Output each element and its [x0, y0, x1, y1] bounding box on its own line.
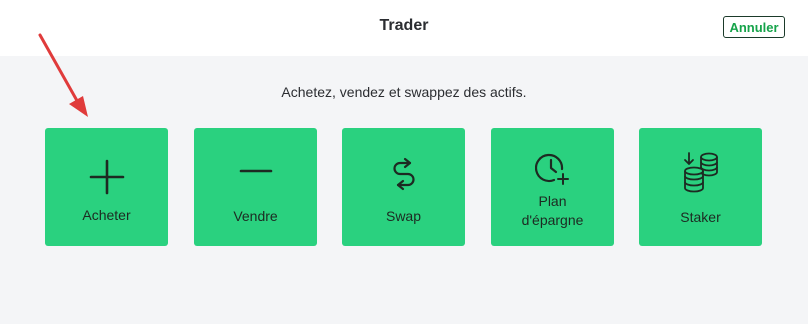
annotation-arrow-icon — [38, 33, 88, 117]
